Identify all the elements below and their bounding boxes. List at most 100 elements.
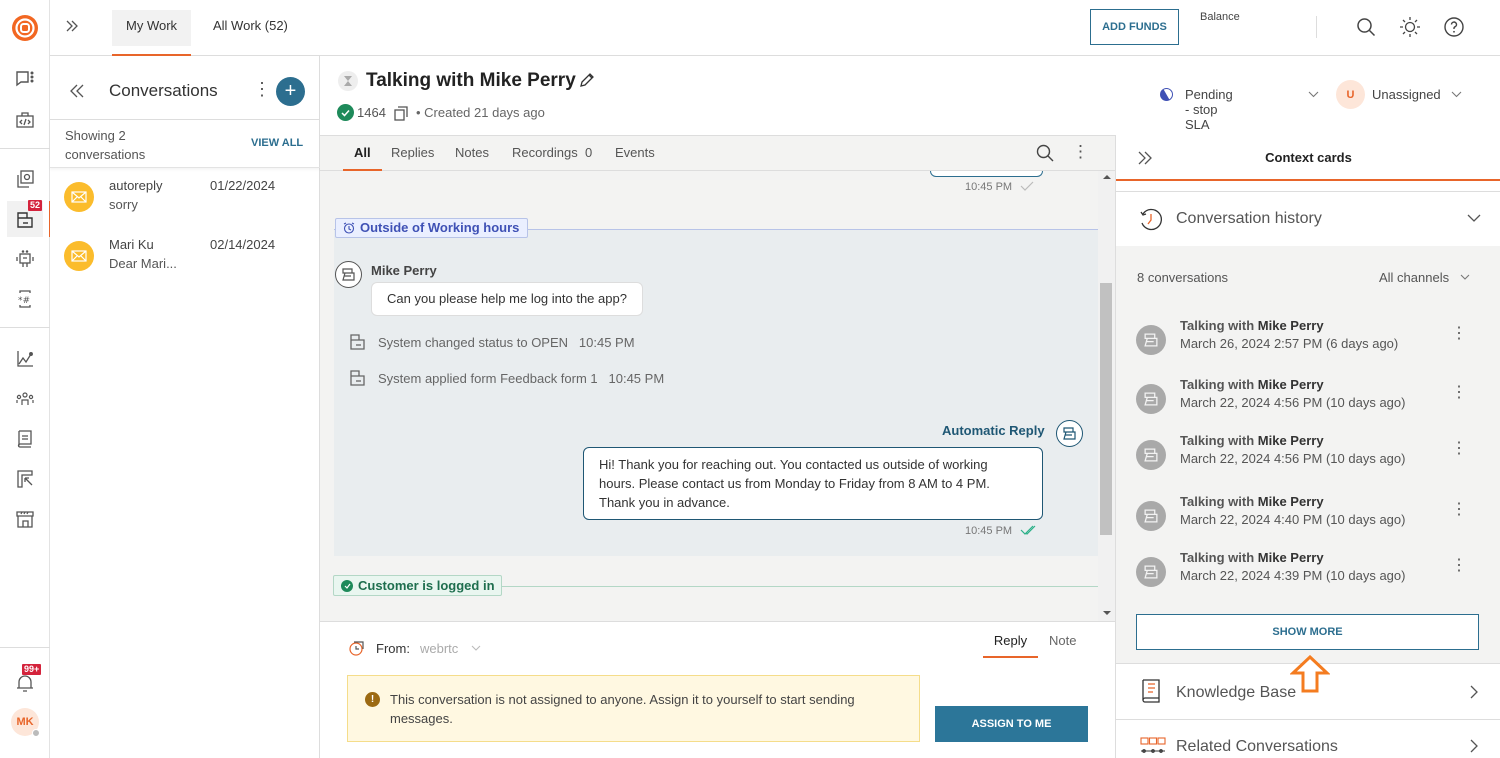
chevron-right-icon[interactable]: [1470, 739, 1479, 753]
composer-tab-reply[interactable]: Reply: [983, 630, 1038, 658]
history-kebab-icon[interactable]: ⋮: [1451, 326, 1467, 342]
history-title-prefix: Talking with: [1180, 318, 1255, 333]
inbox-badge: 52: [28, 200, 43, 211]
hashtag-icon[interactable]: *#: [13, 287, 37, 311]
top-bar: My Work All Work (52) ADD FUNDS Balance: [50, 0, 1500, 56]
chevron-down-icon[interactable]: [1467, 214, 1481, 223]
conversation-name: autoreply: [109, 178, 163, 193]
alarm-clock-icon: [343, 222, 355, 234]
thread-scrollbar[interactable]: [1098, 171, 1115, 621]
sent-check-icon: [1020, 181, 1034, 191]
expand-icon[interactable]: [64, 18, 80, 34]
customer-message: Can you please help me log into the app?: [371, 282, 643, 316]
history-title-prefix: Talking with: [1180, 377, 1255, 392]
history-contact-name: Mike Perry: [1257, 494, 1324, 509]
composer-tab-note[interactable]: Note: [1049, 630, 1076, 652]
tab-events[interactable]: Events: [615, 136, 655, 170]
chevron-down-icon[interactable]: [1308, 89, 1319, 99]
history-kebab-icon[interactable]: ⋮: [1451, 558, 1467, 574]
history-item[interactable]: Talking with Mike Perry March 22, 2024 4:…: [1136, 433, 1481, 477]
add-funds-button[interactable]: ADD FUNDS: [1090, 9, 1179, 45]
message-time: 10:45 PM: [965, 181, 1013, 193]
book-icon[interactable]: [13, 427, 37, 451]
knowledge-base-card[interactable]: Knowledge Base: [1116, 665, 1500, 720]
rail-divider: [0, 148, 50, 149]
history-item[interactable]: Talking with Mike Perry March 22, 2024 4:…: [1136, 377, 1481, 421]
tab-all-work[interactable]: All Work (52): [199, 10, 302, 46]
store-icon[interactable]: [13, 507, 37, 531]
brand-logo-icon[interactable]: [11, 14, 39, 42]
history-title: Talking with Mike Perry: [1180, 550, 1324, 565]
history-item[interactable]: Talking with Mike Perry March 22, 2024 4:…: [1136, 550, 1481, 594]
layout-icon[interactable]: [13, 467, 37, 491]
copy-icon[interactable]: [394, 106, 408, 121]
knowledge-base-title: Knowledge Base: [1176, 684, 1297, 701]
status-dropdown[interactable]: Pending - stop SLA: [1185, 87, 1233, 132]
presence-dot: [32, 729, 40, 737]
help-icon[interactable]: [1443, 16, 1465, 38]
conversation-history-header[interactable]: Conversation history: [1116, 191, 1500, 246]
tab-notes[interactable]: Notes: [455, 136, 489, 170]
bot-icon[interactable]: [13, 247, 37, 271]
from-select[interactable]: webrtc: [420, 641, 458, 656]
show-more-button[interactable]: SHOW MORE: [1136, 614, 1479, 650]
delivered-check-icon: [1020, 525, 1038, 535]
chevron-down-icon[interactable]: [1460, 274, 1470, 281]
conversation-preview: Dear Mari...: [109, 256, 177, 271]
tab-my-work[interactable]: My Work: [112, 10, 192, 56]
assignee-dropdown[interactable]: Unassigned: [1372, 87, 1441, 102]
search-icon[interactable]: [1356, 17, 1376, 37]
tab-replies[interactable]: Replies: [391, 136, 434, 170]
history-item[interactable]: Talking with Mike Perry March 22, 2024 4:…: [1136, 494, 1481, 538]
scroll-down-arrow[interactable]: [1103, 611, 1111, 615]
history-contact-name: Mike Perry: [1257, 433, 1324, 448]
webrtc-channel-icon: [348, 640, 366, 658]
edit-pencil-icon[interactable]: [579, 72, 595, 88]
hourglass-icon: [338, 71, 358, 91]
conversation-item[interactable]: Mari Ku Dear Mari... 02/14/2024: [50, 231, 320, 287]
history-date: March 26, 2024 2:57 PM (6 days ago): [1180, 336, 1399, 351]
previous-message-bubble: [930, 171, 1043, 177]
history-avatar-icon: [1136, 557, 1166, 587]
assignee-avatar: U: [1336, 80, 1365, 109]
collapse-icon[interactable]: [68, 83, 86, 99]
thread-search-icon[interactable]: [1036, 144, 1054, 162]
scrollbar-thumb[interactable]: [1100, 283, 1112, 535]
related-conversations-card[interactable]: Related Conversations: [1116, 721, 1500, 758]
chevron-down-icon[interactable]: [1451, 89, 1462, 99]
history-kebab-icon[interactable]: ⋮: [1451, 502, 1467, 518]
conversations-title: Conversations: [109, 81, 218, 100]
history-item[interactable]: Talking with Mike Perry March 26, 2024 2:…: [1136, 318, 1481, 362]
related-conversations-title: Related Conversations: [1176, 738, 1338, 755]
chevron-down-icon[interactable]: [471, 644, 481, 652]
scroll-up-arrow[interactable]: [1103, 175, 1111, 179]
history-date: March 22, 2024 4:56 PM (10 days ago): [1180, 451, 1406, 466]
history-kebab-icon[interactable]: ⋮: [1451, 441, 1467, 457]
developer-bag-icon[interactable]: [13, 108, 37, 132]
conversation-item[interactable]: autoreply sorry 01/22/2024: [50, 172, 320, 228]
chevron-right-icon[interactable]: [1470, 685, 1479, 699]
history-count: 8 conversations: [1137, 270, 1229, 285]
chat-icon[interactable]: [13, 67, 37, 91]
rail-divider: [0, 647, 50, 648]
copy-search-icon[interactable]: [13, 167, 37, 191]
history-avatar-icon: [1136, 501, 1166, 531]
inbox-icon[interactable]: [13, 208, 37, 232]
team-icon[interactable]: [13, 387, 37, 411]
warning-text: This conversation is not assigned to any…: [390, 692, 855, 726]
theme-sun-icon[interactable]: [1399, 16, 1421, 38]
channel-filter[interactable]: All channels: [1379, 270, 1449, 285]
tab-recordings[interactable]: Recordings 0: [512, 136, 592, 170]
thread-kebab-icon[interactable]: ⋮: [1072, 143, 1089, 160]
view-all-link[interactable]: VIEW ALL: [251, 137, 303, 149]
new-conversation-button[interactable]: +: [276, 77, 305, 106]
tab-all[interactable]: All: [343, 136, 382, 171]
outside-hours-label: Outside of Working hours: [360, 220, 520, 235]
conversation-main: Talking with Mike Perry 1464 • Created 2…: [320, 56, 1462, 758]
system-event-icon: [348, 369, 366, 387]
history-kebab-icon[interactable]: ⋮: [1451, 385, 1467, 401]
analytics-icon[interactable]: [13, 347, 37, 371]
history-contact-name: Mike Perry: [1257, 318, 1324, 333]
assign-to-me-button[interactable]: ASSIGN TO ME: [935, 706, 1088, 742]
kebab-menu-icon[interactable]: ⋮: [253, 80, 271, 98]
